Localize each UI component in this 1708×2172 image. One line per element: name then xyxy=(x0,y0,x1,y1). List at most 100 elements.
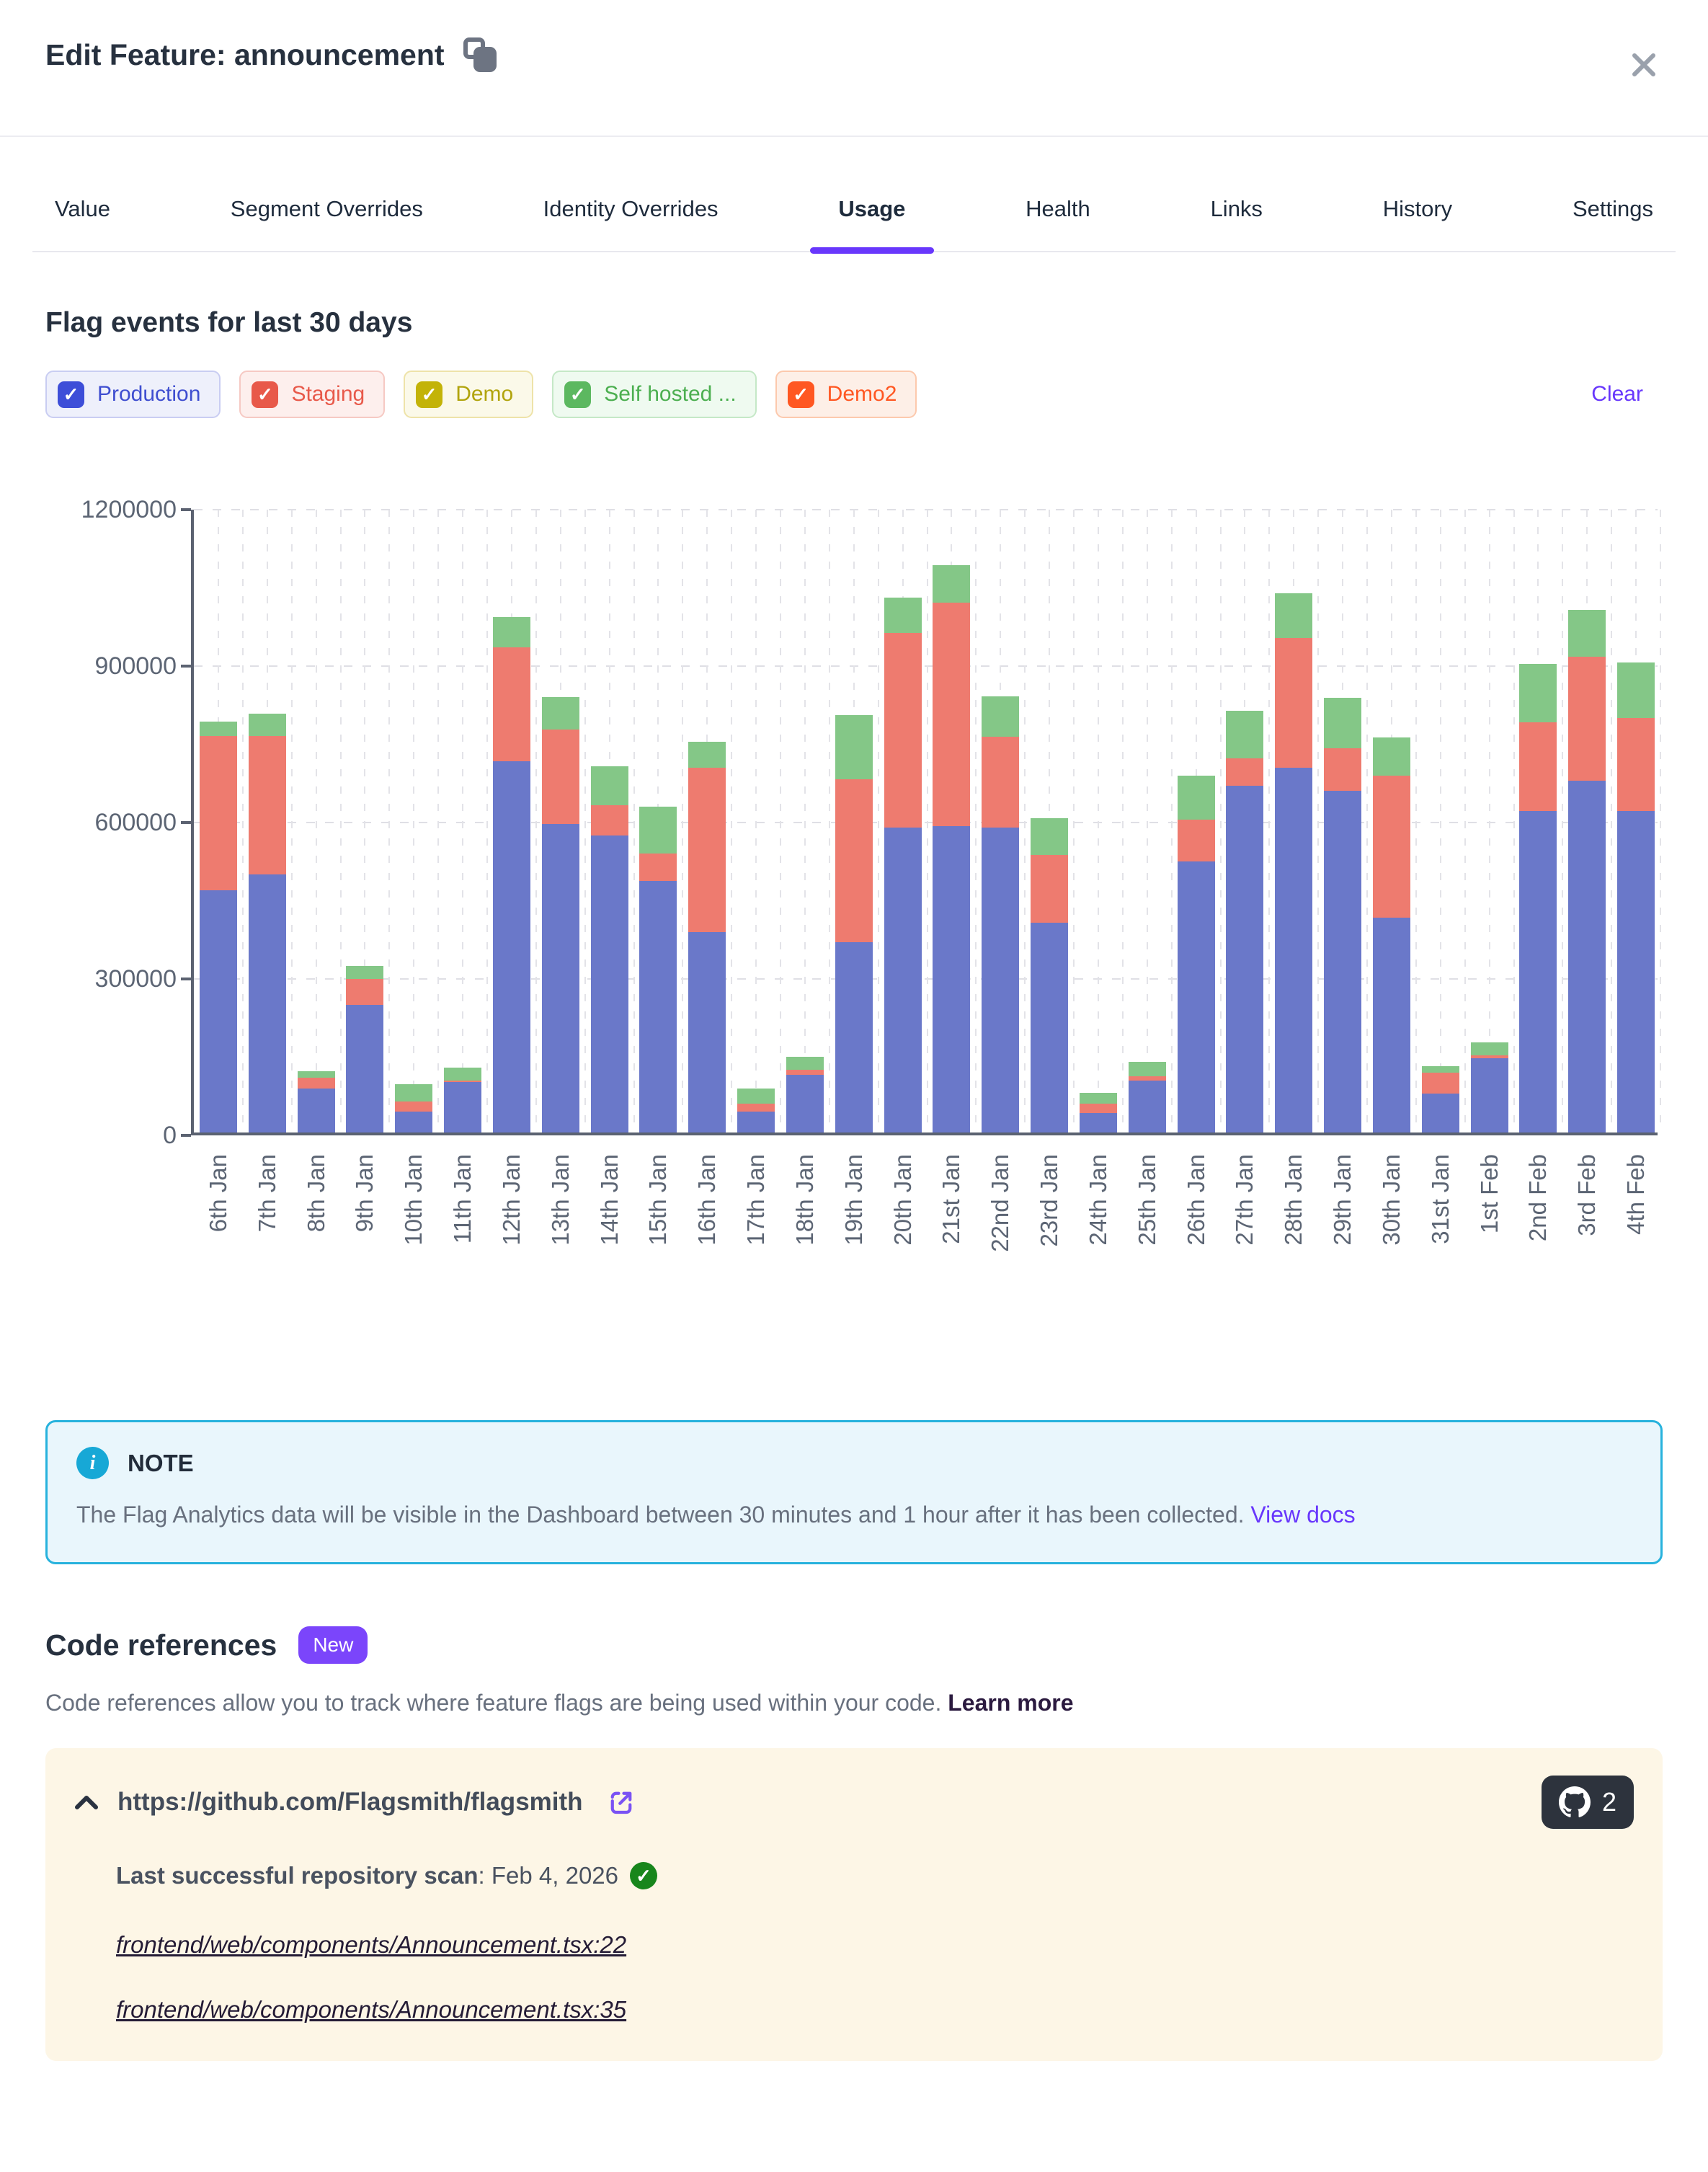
file-reference-list: frontend/web/components/Announcement.tsx… xyxy=(116,1931,1634,2023)
x-axis-label: 18th Jan xyxy=(789,1154,821,1320)
y-axis-tick-label: 0 xyxy=(45,1121,177,1150)
bar-30th-jan[interactable] xyxy=(1373,737,1410,1132)
view-docs-link[interactable]: View docs xyxy=(1250,1502,1355,1528)
note-body: The Flag Analytics data will be visible … xyxy=(76,1495,1632,1535)
y-axis-tick-label: 300000 xyxy=(45,965,177,993)
bar-27th-jan[interactable] xyxy=(1226,711,1263,1132)
tab-settings[interactable]: Settings xyxy=(1568,196,1658,251)
filter-chip-self-hosted-[interactable]: ✓Self hosted ... xyxy=(552,371,756,418)
segment-self-hosted- xyxy=(639,807,677,854)
github-count-badge[interactable]: 2 xyxy=(1542,1776,1634,1829)
bar-15th-jan[interactable] xyxy=(639,807,677,1132)
segment-staging xyxy=(639,854,677,881)
bar-1st-feb[interactable] xyxy=(1471,1042,1508,1132)
filter-chip-demo2[interactable]: ✓Demo2 xyxy=(775,371,917,418)
filter-chip-demo[interactable]: ✓Demo xyxy=(404,371,533,418)
bar-2nd-feb[interactable] xyxy=(1519,664,1557,1132)
x-axis-label: 8th Jan xyxy=(301,1154,332,1320)
segment-self-hosted- xyxy=(1324,698,1361,748)
x-axis-label: 16th Jan xyxy=(691,1154,723,1320)
chevron-up-icon[interactable] xyxy=(74,1794,99,1811)
bar-25th-jan[interactable] xyxy=(1129,1062,1166,1132)
segment-production xyxy=(298,1089,335,1132)
x-axis-label: 9th Jan xyxy=(349,1154,381,1320)
vertical-gridline xyxy=(829,510,830,1132)
bar-18th-jan[interactable] xyxy=(786,1057,824,1132)
vertical-gridline xyxy=(1171,510,1173,1132)
x-axis-label: 21st Jan xyxy=(935,1154,967,1320)
filter-chip-staging[interactable]: ✓Staging xyxy=(239,371,385,418)
tab-segment-overrides[interactable]: Segment Overrides xyxy=(226,196,427,251)
segment-production xyxy=(1178,861,1215,1132)
vertical-gridline xyxy=(1366,510,1368,1132)
bar-29th-jan[interactable] xyxy=(1324,698,1361,1132)
bar-3rd-feb[interactable] xyxy=(1568,610,1606,1132)
github-icon xyxy=(1559,1786,1591,1818)
bar-14th-jan[interactable] xyxy=(591,766,628,1132)
section-title: Flag events for last 30 days xyxy=(45,307,1663,339)
segment-staging xyxy=(1031,855,1068,923)
tab-health[interactable]: Health xyxy=(1021,196,1095,251)
segment-staging xyxy=(346,979,383,1005)
bar-19th-jan[interactable] xyxy=(835,715,873,1132)
vertical-gridline xyxy=(731,510,732,1132)
bar-20th-jan[interactable] xyxy=(884,598,922,1132)
bar-22nd-jan[interactable] xyxy=(982,696,1019,1132)
vertical-gridline xyxy=(804,510,806,1132)
tab-value[interactable]: Value xyxy=(50,196,115,251)
segment-self-hosted- xyxy=(933,565,970,603)
copy-icon[interactable] xyxy=(463,37,495,72)
learn-more-link[interactable]: Learn more xyxy=(948,1690,1073,1716)
segment-production xyxy=(1080,1113,1117,1132)
x-axis-label: 13th Jan xyxy=(545,1154,577,1320)
note-title: NOTE xyxy=(128,1450,194,1477)
segment-staging xyxy=(1080,1104,1117,1113)
bar-6th-jan[interactable] xyxy=(200,722,237,1132)
x-axis-label: 25th Jan xyxy=(1131,1154,1163,1320)
x-axis-label: 11th Jan xyxy=(447,1154,479,1320)
bar-8th-jan[interactable] xyxy=(298,1071,335,1132)
bar-7th-jan[interactable] xyxy=(249,714,286,1132)
clear-filters-link[interactable]: Clear xyxy=(1591,382,1643,407)
vertical-gridline xyxy=(975,510,977,1132)
tab-usage[interactable]: Usage xyxy=(834,196,909,251)
tab-history[interactable]: History xyxy=(1379,196,1456,251)
segment-self-hosted- xyxy=(1617,662,1655,718)
bar-26th-jan[interactable] xyxy=(1178,776,1215,1132)
x-axis-label: 30th Jan xyxy=(1376,1154,1407,1320)
bar-11th-jan[interactable] xyxy=(444,1068,481,1132)
bar-12th-jan[interactable] xyxy=(493,617,530,1132)
bar-16th-jan[interactable] xyxy=(688,742,726,1132)
segment-self-hosted- xyxy=(395,1084,432,1101)
segment-production xyxy=(688,932,726,1132)
repo-url-link[interactable]: https://github.com/Flagsmith/flagsmith xyxy=(117,1788,583,1817)
segment-staging xyxy=(1275,638,1312,767)
tab-links[interactable]: Links xyxy=(1206,196,1267,251)
x-axis-label: 2nd Feb xyxy=(1522,1154,1554,1320)
tab-identity-overrides[interactable]: Identity Overrides xyxy=(539,196,723,251)
external-link-icon[interactable] xyxy=(606,1787,636,1817)
repo-panel: https://github.com/Flagsmith/flagsmith 2… xyxy=(45,1748,1663,2061)
bar-13th-jan[interactable] xyxy=(542,697,579,1132)
segment-staging xyxy=(1324,748,1361,791)
bar-4th-feb[interactable] xyxy=(1617,662,1655,1132)
close-button[interactable] xyxy=(1629,50,1658,81)
file-reference-link[interactable]: frontend/web/components/Announcement.tsx… xyxy=(116,1931,626,1959)
bar-21st-jan[interactable] xyxy=(933,565,970,1132)
last-scan-row: Last successful repository scan: Feb 4, … xyxy=(116,1862,1634,1889)
vertical-gridline xyxy=(682,510,683,1132)
vertical-gridline xyxy=(1513,510,1515,1132)
bar-31st-jan[interactable] xyxy=(1422,1066,1459,1132)
bar-24th-jan[interactable] xyxy=(1080,1093,1117,1132)
vertical-gridline xyxy=(927,510,928,1132)
file-reference-link[interactable]: frontend/web/components/Announcement.tsx… xyxy=(116,1996,626,2023)
bar-10th-jan[interactable] xyxy=(395,1084,432,1132)
vertical-gridline xyxy=(1611,510,1612,1132)
segment-self-hosted- xyxy=(1226,711,1263,759)
bar-17th-jan[interactable] xyxy=(737,1089,775,1132)
bar-23rd-jan[interactable] xyxy=(1031,818,1068,1132)
filter-chip-production[interactable]: ✓Production xyxy=(45,371,221,418)
vertical-gridline xyxy=(1268,510,1270,1132)
bar-28th-jan[interactable] xyxy=(1275,593,1312,1132)
bar-9th-jan[interactable] xyxy=(346,966,383,1132)
